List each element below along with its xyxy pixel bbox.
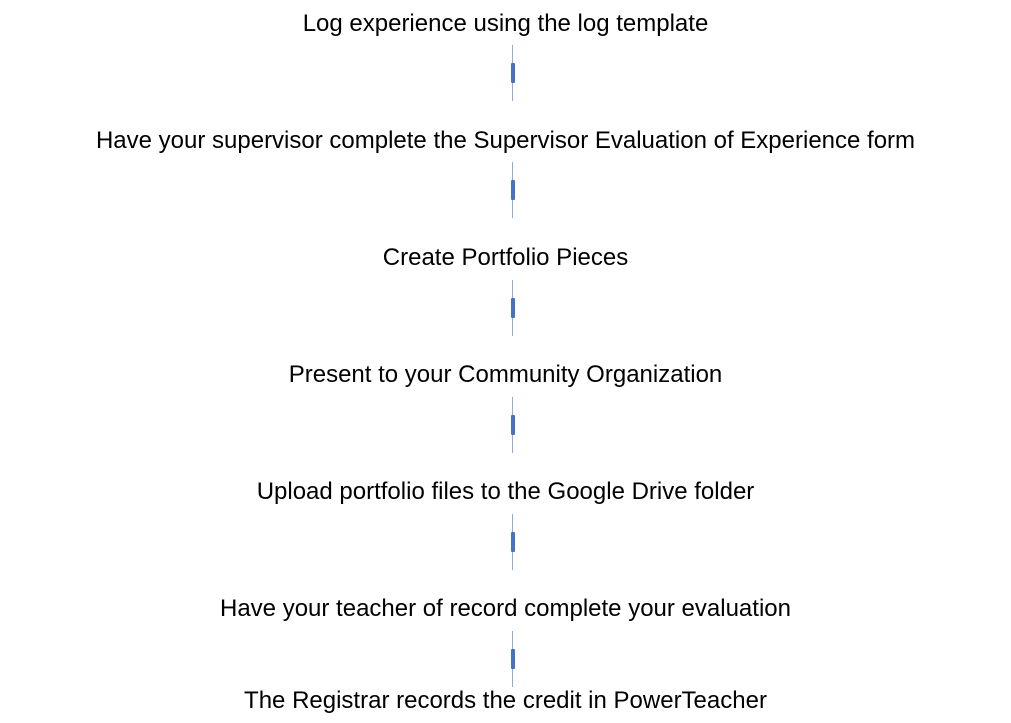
connector-5	[510, 514, 516, 570]
connector-mark	[511, 180, 515, 200]
connector-4	[510, 397, 516, 453]
step-present-community: Present to your Community Organization	[288, 361, 723, 388]
connector-3	[510, 280, 516, 336]
connector-mark	[511, 298, 515, 318]
connector-6	[510, 631, 516, 687]
step-log-experience: Log experience using the log template	[302, 10, 709, 37]
connector-2	[510, 162, 516, 218]
step-registrar-records: The Registrar records the credit in Powe…	[244, 687, 767, 714]
process-flow-diagram: Log experience using the log template Ha…	[0, 0, 1011, 723]
connector-mark	[511, 649, 515, 669]
step-supervisor-evaluation: Have your supervisor complete the Superv…	[95, 127, 916, 154]
connector-mark	[511, 415, 515, 435]
step-create-portfolio: Create Portfolio Pieces	[382, 244, 629, 271]
connector-1	[510, 45, 516, 101]
connector-mark	[511, 63, 515, 83]
step-upload-files: Upload portfolio files to the Google Dri…	[256, 478, 755, 505]
connector-mark	[511, 532, 515, 552]
step-teacher-evaluation: Have your teacher of record complete you…	[220, 595, 791, 622]
